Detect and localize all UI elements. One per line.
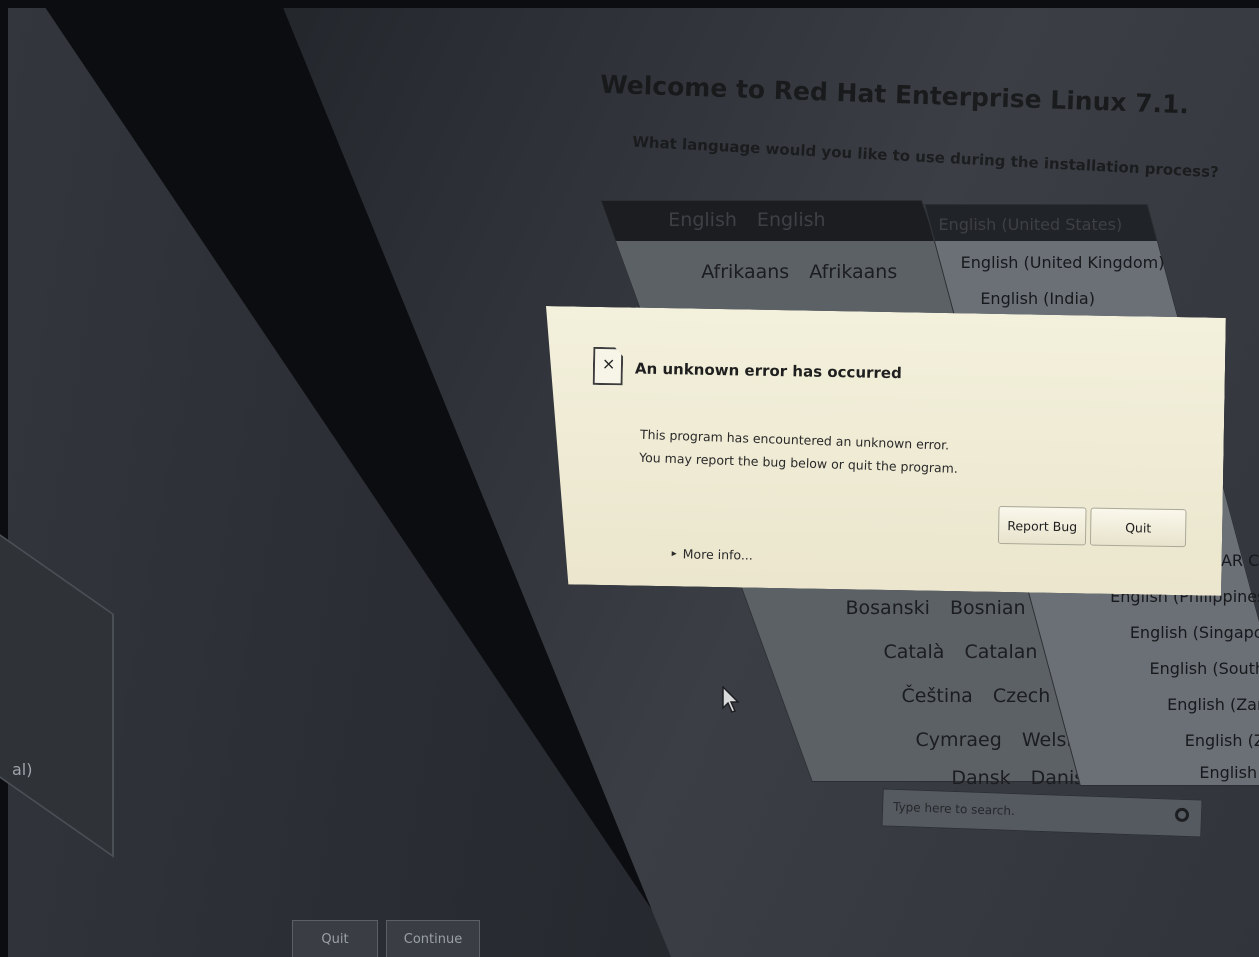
language-english-name: Afrikaans <box>809 261 898 283</box>
variant-item[interactable]: English (Zambia <box>1167 695 1259 714</box>
variant-item[interactable]: English (Singapore) <box>1130 623 1259 642</box>
variant-item[interactable]: English (South Afr <box>1149 659 1259 678</box>
search-input[interactable]: Type here to search. <box>893 800 1015 818</box>
language-native-name: Català <box>883 641 945 663</box>
language-item-english[interactable]: English English <box>668 209 839 231</box>
language-english-name: Czech <box>992 685 1051 707</box>
language-native-name: Dansk <box>951 767 1011 789</box>
installer-quit-button[interactable]: Quit <box>292 920 378 957</box>
language-english-name: English <box>756 209 826 231</box>
installer-continue-button[interactable]: Continue <box>386 920 480 957</box>
language-native-name: Čeština <box>901 685 973 707</box>
dialog-title: An unknown error has occurred <box>634 359 902 383</box>
language-native-name: English <box>668 209 737 231</box>
report-bug-button[interactable]: Report Bug <box>998 506 1087 546</box>
chevron-right-icon: ▸ <box>671 548 677 560</box>
language-item-catalan[interactable]: Català Catalan <box>884 641 1052 663</box>
more-info-expander[interactable]: ▸ More info... <box>672 546 753 562</box>
photo-frame: al) Welcome to Red Hat Enterprise Linux … <box>0 0 1259 957</box>
dialog-quit-button[interactable]: Quit <box>1090 508 1187 548</box>
variant-item[interactable]: English (B <box>1199 763 1259 782</box>
language-native-name: Bosanski <box>845 597 930 619</box>
search-icon[interactable] <box>1174 807 1190 823</box>
language-english-name: Bosnian <box>949 597 1026 619</box>
language-item-bosnian[interactable]: Bosanski Bosnian <box>845 597 1039 619</box>
variant-item[interactable]: English (United States) <box>938 215 1122 234</box>
language-native-name: Cymraeg <box>915 729 1002 751</box>
dialog-message: This program has encountered an unknown … <box>638 426 959 476</box>
variant-item[interactable]: English (United Kingdom) <box>961 253 1165 272</box>
language-item-afrikaans[interactable]: Afrikaans Afrikaans <box>701 261 911 283</box>
file-error-icon <box>593 347 624 386</box>
language-native-name: Afrikaans <box>701 261 790 283</box>
error-dialog: An unknown error has occurred This progr… <box>541 306 1226 596</box>
left-screen-panel-text: al) <box>12 760 33 779</box>
variant-item[interactable]: English (India) <box>980 289 1095 308</box>
variant-item[interactable]: English (Zimb <box>1185 731 1259 750</box>
language-english-name: Catalan <box>964 641 1038 663</box>
mouse-cursor-icon <box>722 686 740 713</box>
language-item-czech[interactable]: Čeština Czech <box>902 685 1065 707</box>
more-info-label: More info... <box>682 546 753 563</box>
